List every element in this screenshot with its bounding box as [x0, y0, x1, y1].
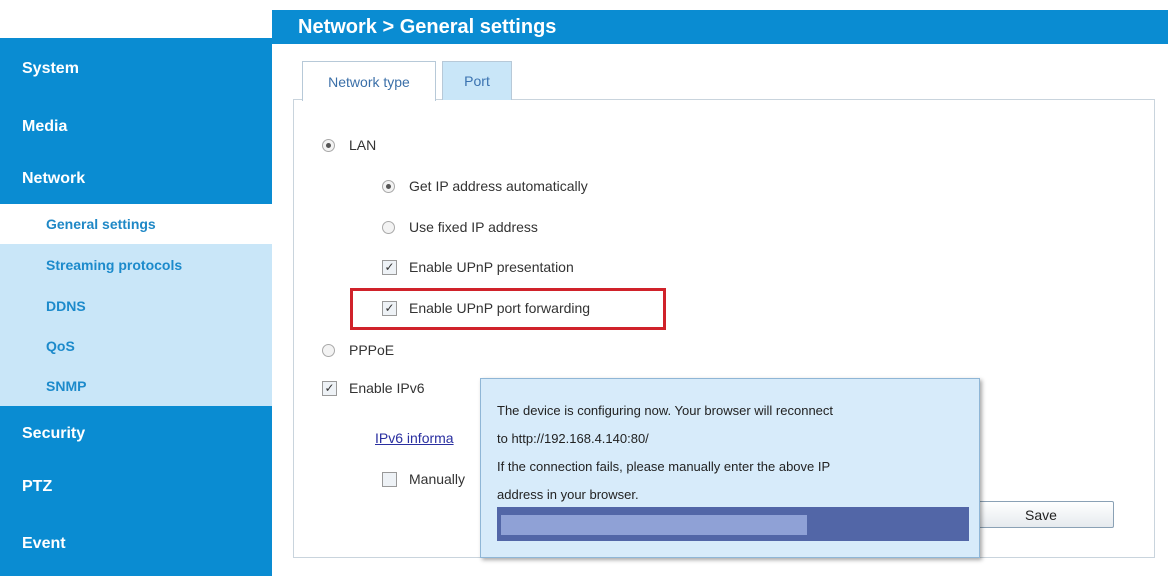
page-header: Network > General settings	[272, 10, 1168, 44]
pppoe-option[interactable]: PPPoE	[322, 342, 394, 358]
dialog-text-line: to http://192.168.4.140:80/	[497, 431, 649, 446]
page-title: Network > General settings	[298, 15, 557, 38]
lan-label: LAN	[349, 137, 377, 153]
sidebar-item-label: PTZ	[22, 478, 53, 495]
sidebar-item-label: Media	[22, 118, 68, 135]
sidebar-item-label: General settings	[46, 216, 156, 232]
sidebar-item-label: Security	[22, 425, 86, 442]
sidebar-item-ptz[interactable]: PTZ	[0, 462, 272, 512]
sidebar-item-label: DDNS	[46, 298, 86, 314]
upnp-presentation-checkbox[interactable]: ✓	[382, 259, 397, 275]
tab-bar: Network type Port	[302, 61, 518, 101]
sidebar-item-streaming-protocols[interactable]: Streaming protocols	[0, 244, 272, 286]
progress-bar	[497, 507, 969, 541]
tab-network-type[interactable]: Network type	[302, 61, 436, 101]
sidebar: System Media Network General settings St…	[0, 38, 272, 578]
sidebar-item-snmp[interactable]: SNMP	[0, 366, 272, 406]
fixed-ip-radio[interactable]	[382, 220, 395, 234]
sidebar-item-qos[interactable]: QoS	[0, 326, 272, 366]
highlight-box	[350, 288, 666, 330]
progress-fill	[501, 515, 807, 535]
manually-checkbox[interactable]	[382, 471, 397, 487]
sidebar-item-ddns[interactable]: DDNS	[0, 286, 272, 326]
save-button[interactable]: Save	[968, 501, 1114, 528]
sidebar-item-system[interactable]: System	[0, 38, 272, 100]
reconnect-dialog: The device is configuring now. Your brow…	[480, 378, 980, 558]
auto-ip-radio[interactable]	[382, 179, 395, 193]
sidebar-item-network[interactable]: Network	[0, 154, 272, 204]
sidebar-item-general-settings[interactable]: General settings	[0, 204, 272, 244]
ipv6-option[interactable]: ✓ Enable IPv6	[322, 380, 425, 396]
auto-ip-option[interactable]: Get IP address automatically	[382, 178, 588, 194]
tab-label: Port	[464, 73, 490, 89]
tab-label: Network type	[328, 73, 410, 90]
sidebar-item-media[interactable]: Media	[0, 100, 272, 154]
manually-label: Manually	[409, 471, 466, 487]
fixed-ip-option[interactable]: Use fixed IP address	[382, 219, 538, 235]
upnp-presentation-label: Enable UPnP presentation	[409, 259, 574, 275]
dialog-text-line: The device is configuring now. Your brow…	[497, 403, 834, 418]
tab-port[interactable]: Port	[442, 61, 512, 100]
sidebar-item-label: Streaming protocols	[46, 257, 183, 273]
lan-radio[interactable]	[322, 138, 335, 152]
sidebar-item-label: Event	[22, 535, 66, 552]
ipv6-information-link[interactable]: IPv6 informa	[375, 430, 454, 446]
sidebar-item-label: SNMP	[46, 378, 87, 394]
sidebar-item-security[interactable]: Security	[0, 406, 272, 462]
pppoe-label: PPPoE	[349, 342, 395, 358]
lan-option[interactable]: LAN	[322, 137, 376, 153]
sidebar-item-label: Network	[22, 170, 86, 187]
dialog-text-line: If the connection fails, please manually…	[497, 459, 831, 474]
ipv6-label: Enable IPv6	[349, 380, 425, 396]
pppoe-radio[interactable]	[322, 343, 335, 357]
sidebar-item-label: System	[22, 60, 79, 77]
auto-ip-label: Get IP address automatically	[409, 178, 588, 194]
upnp-presentation-option[interactable]: ✓ Enable UPnP presentation	[382, 259, 574, 275]
manually-option[interactable]: Manually	[382, 471, 465, 487]
sidebar-item-event[interactable]: Event	[0, 512, 272, 576]
sidebar-item-label: QoS	[46, 338, 75, 354]
ipv6-checkbox[interactable]: ✓	[322, 380, 337, 396]
fixed-ip-label: Use fixed IP address	[409, 219, 538, 235]
dialog-text-line: address in your browser.	[497, 487, 639, 502]
